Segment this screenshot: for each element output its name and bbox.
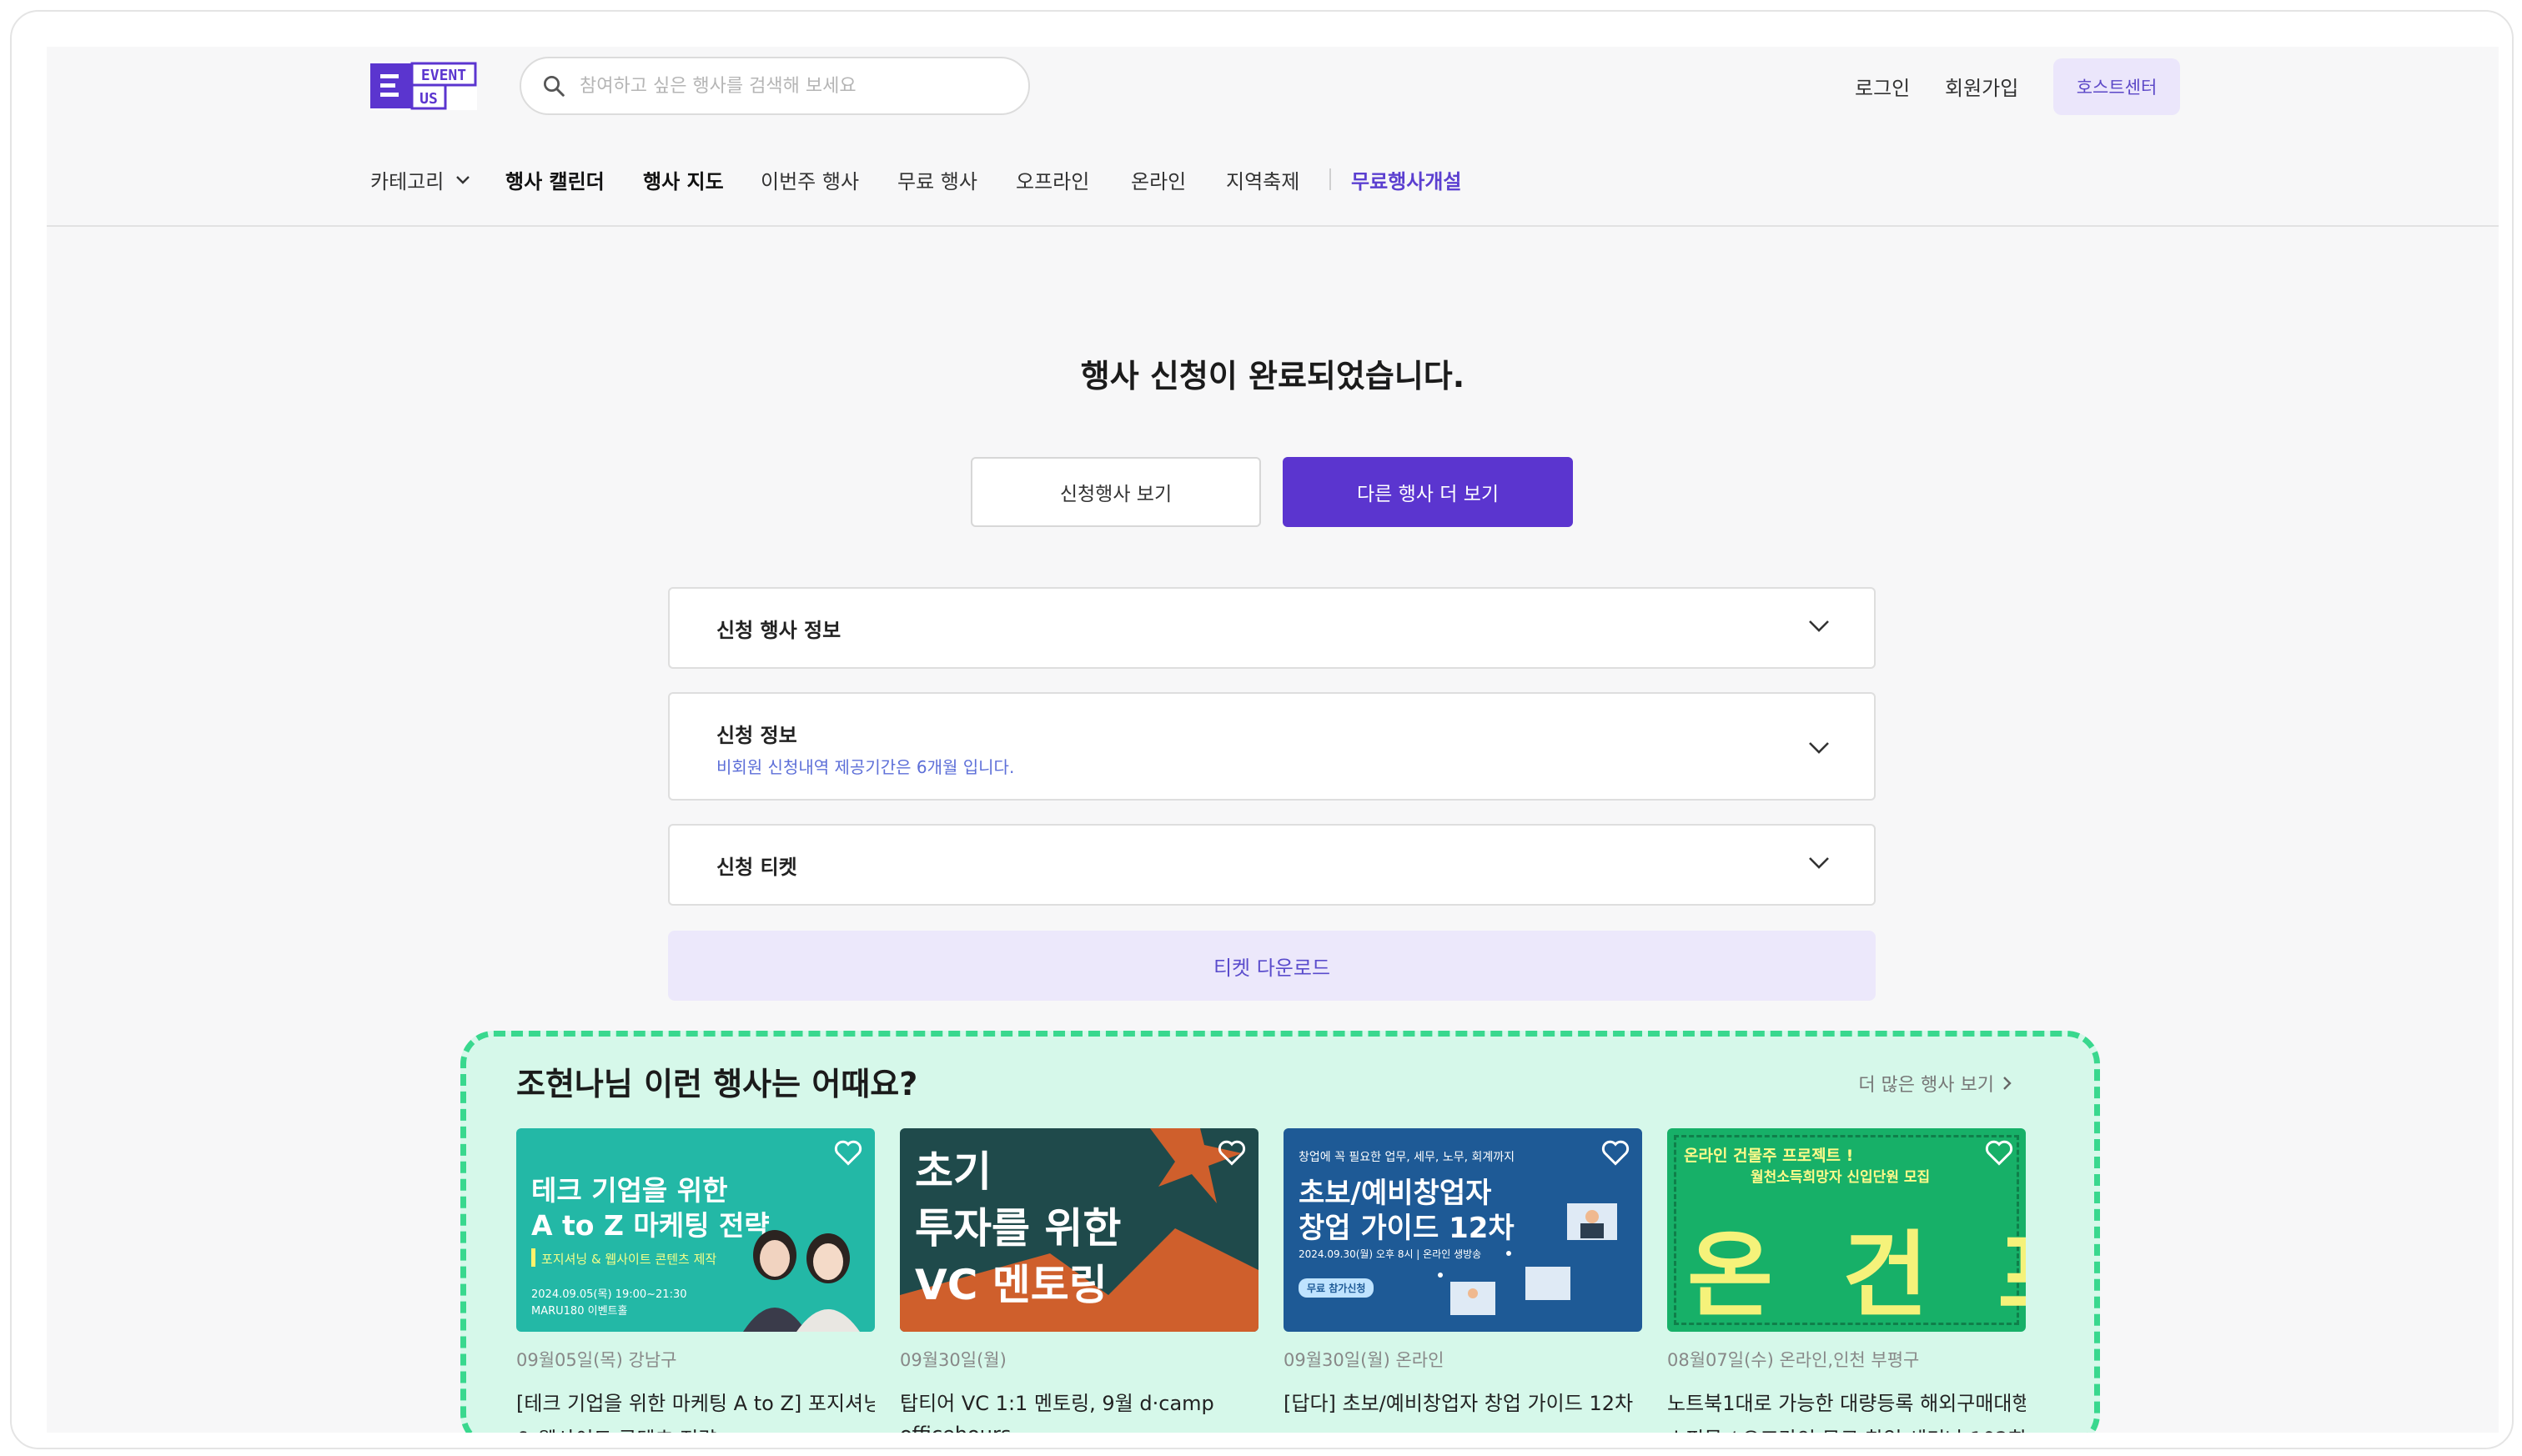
chevron-down-icon xyxy=(1809,857,1829,869)
heart-icon[interactable] xyxy=(1984,1138,2014,1167)
nav-category[interactable]: 카테고리 xyxy=(370,165,470,194)
event-title-line2[interactable]: 쇼핑몰 / 오프라인 무료 창업 세미나 102회 xyxy=(1667,1423,2026,1433)
heart-icon[interactable] xyxy=(1600,1138,1630,1167)
event-thumbnail[interactable]: 테크 기업을 위한 A to Z 마케팅 전략 포지셔닝 & 웹사이트 콘텐츠 … xyxy=(516,1128,875,1332)
thumb-subtitle: 포지셔닝 & 웹사이트 콘텐츠 제작 xyxy=(541,1252,717,1267)
event-title[interactable]: [테크 기업을 위한 마케팅 A to Z] 포지셔닝 xyxy=(516,1387,875,1416)
event-title-line2[interactable]: officehours xyxy=(900,1423,1258,1433)
main-nav: 카테고리 행사 캘린더 행사 지도 이번주 행사 무료 행사 오프라인 온라인 … xyxy=(47,165,2499,198)
accordion-application-info[interactable]: 신청 정보 비회원 신청내역 제공기간은 6개월 입니다. xyxy=(668,692,1876,801)
logo-text-event: EVENT xyxy=(421,67,466,84)
accordion-title: 신청 정보 xyxy=(716,724,797,747)
logo-text-us: US xyxy=(419,90,438,108)
recommendation-section: 조현나님 이런 행사는 어때요? 더 많은 행사 보기 테크 기업을 위한 A … xyxy=(460,1031,2100,1433)
nav-item-online[interactable]: 온라인 xyxy=(1131,165,1186,194)
chevron-down-icon xyxy=(456,175,470,184)
thumb-line: 투자를 위한 xyxy=(915,1204,1122,1253)
nav-item-free[interactable]: 무료 행사 xyxy=(897,165,977,194)
event-thumbnail[interactable]: 온라인 건물주 프로젝트 ! 월천소득희망자 신입단원 모집 온 건 프 xyxy=(1667,1128,2026,1332)
event-meta: 08월07일(수) 온라인,인천 부평구 xyxy=(1667,1350,1920,1370)
browser-frame: EVENT US 로그인 회원가입 호스트센터 카테고리 행사 캘린더 행사 지… xyxy=(10,10,2514,1449)
thumb-place: MARU180 이벤트홀 xyxy=(531,1305,628,1318)
nav-divider xyxy=(1329,168,1331,190)
event-meta: 09월30일(월) 온라인 xyxy=(1284,1350,1444,1370)
thumb-line: VC 멘토링 xyxy=(915,1261,1108,1309)
speakers-photo xyxy=(743,1230,860,1332)
page: EVENT US 로그인 회원가입 호스트센터 카테고리 행사 캘린더 행사 지… xyxy=(47,47,2499,1433)
search-input[interactable] xyxy=(578,74,998,98)
event-title[interactable]: 노트북1대로 가능한 대량등록 해외구매대행 xyxy=(1667,1387,2026,1416)
see-more-events-button[interactable]: 다른 행사 더 보기 xyxy=(1283,457,1573,527)
nav-item-festival[interactable]: 지역축제 xyxy=(1226,165,1299,194)
chevron-right-icon xyxy=(2003,1077,2012,1090)
event-card[interactable]: 온라인 건물주 프로젝트 ! 월천소득희망자 신입단원 모집 온 건 프 08월… xyxy=(1667,1128,2026,1433)
search-icon xyxy=(544,76,565,97)
event-card[interactable]: 초기 투자를 위한 VC 멘토링 09월30일(월) 탑티어 VC 1:1 멘토… xyxy=(900,1128,1258,1433)
thumb-top: 온라인 건물주 프로젝트 ! xyxy=(1684,1147,1854,1165)
event-meta: 09월30일(월) xyxy=(900,1350,1007,1370)
thumb-date: 2024.09.05(목) 19:00~21:30 xyxy=(531,1288,687,1301)
thumb-accent-bar xyxy=(531,1248,535,1267)
event-card[interactable]: 창업에 꼭 필요한 업무, 세무, 노무, 회계까지 초보/예비창업자 창업 가… xyxy=(1284,1128,1642,1416)
nav-item-map[interactable]: 행사 지도 xyxy=(643,165,724,194)
header-divider xyxy=(47,225,2499,227)
event-card[interactable]: 테크 기업을 위한 A to Z 마케팅 전략 포지셔닝 & 웹사이트 콘텐츠 … xyxy=(516,1128,875,1433)
event-meta: 09월05일(목) 강남구 xyxy=(516,1350,677,1370)
nav-item-this-week[interactable]: 이번주 행사 xyxy=(761,165,859,194)
accordion-subtitle: 비회원 신청내역 제공기간은 6개월 입니다. xyxy=(716,757,1015,777)
heart-icon[interactable] xyxy=(833,1138,863,1167)
nav-category-label: 카테고리 xyxy=(370,170,445,193)
view-applied-event-button[interactable]: 신청행사 보기 xyxy=(971,457,1261,527)
nav-item-offline[interactable]: 오프라인 xyxy=(1016,165,1089,194)
event-thumbnail[interactable]: 초기 투자를 위한 VC 멘토링 xyxy=(900,1128,1258,1332)
thumb-line: 테크 기업을 위한 xyxy=(531,1174,728,1207)
thumb-top2: 월천소득희망자 신입단원 모집 xyxy=(1751,1169,1931,1186)
accordion-title: 신청 행사 정보 xyxy=(716,619,842,642)
host-center-button[interactable]: 호스트센터 xyxy=(2053,58,2180,115)
thumb-illustration xyxy=(1438,1203,1617,1315)
thumb-line: 초기 xyxy=(915,1147,992,1196)
accordion-event-info[interactable]: 신청 행사 정보 xyxy=(668,587,1876,669)
more-events-link[interactable]: 더 많은 행사 보기 xyxy=(1858,1070,2012,1097)
chevron-down-icon xyxy=(1809,742,1829,754)
event-thumbnail[interactable]: 창업에 꼭 필요한 업무, 세무, 노무, 회계까지 초보/예비창업자 창업 가… xyxy=(1284,1128,1642,1332)
accordion-ticket[interactable]: 신청 티켓 xyxy=(668,824,1876,906)
ticket-download-button[interactable]: 티켓 다운로드 xyxy=(668,931,1876,1001)
signup-link[interactable]: 회원가입 xyxy=(1945,72,2018,101)
event-title-line2[interactable]: & 웹사이트 콘텐츠 전략 xyxy=(516,1423,875,1433)
login-link[interactable]: 로그인 xyxy=(1855,72,1910,101)
thumb-badge: 무료 참가신청 xyxy=(1299,1278,1374,1298)
chevron-down-icon xyxy=(1809,620,1829,632)
heart-icon[interactable] xyxy=(1217,1138,1247,1167)
nav-item-create-event[interactable]: 무료행사개설 xyxy=(1351,165,1461,194)
nav-item-calendar[interactable]: 행사 캘린더 xyxy=(505,165,605,194)
thumb-top: 창업에 꼭 필요한 업무, 세무, 노무, 회계까지 xyxy=(1299,1151,1515,1164)
accordion-title: 신청 티켓 xyxy=(716,856,797,879)
more-events-label: 더 많은 행사 보기 xyxy=(1858,1075,1994,1096)
thumb-big-text: 온 건 프 xyxy=(1687,1222,2026,1330)
recommendation-title: 조현나님 이런 행사는 어때요? xyxy=(516,1066,918,1102)
search-bar[interactable] xyxy=(520,57,1030,115)
thumb-line: A to Z 마케팅 전략 xyxy=(531,1209,770,1242)
eventus-logo[interactable]: EVENT US xyxy=(370,62,477,110)
event-title[interactable]: 탑티어 VC 1:1 멘토링, 9월 d·camp xyxy=(900,1387,1258,1416)
completion-title: 행사 신청이 완료되었습니다. xyxy=(1080,358,1465,394)
event-title[interactable]: [답다] 초보/예비창업자 창업 가이드 12차 xyxy=(1284,1387,1642,1416)
